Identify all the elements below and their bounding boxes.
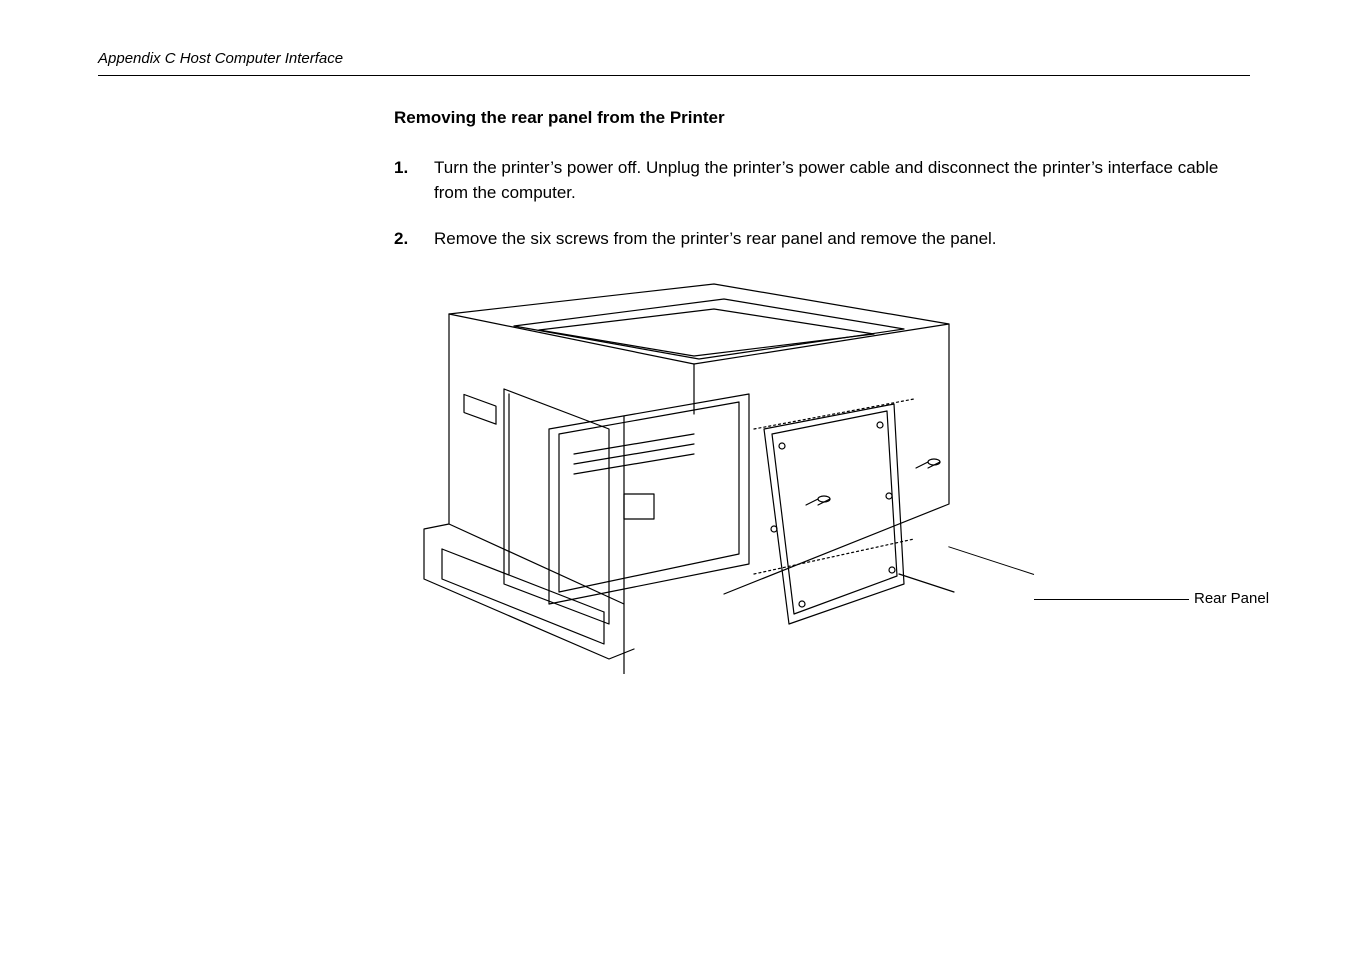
figure: Rear Panel [394,274,1250,659]
step-text: Remove the six screws from the printer’s… [434,227,1250,252]
step-number: 1. [394,156,434,205]
section-title: Removing the rear panel from the Printer [394,108,1250,128]
callout-rear-panel: Rear Panel [1194,590,1269,607]
callout-leader-line [1034,599,1189,600]
running-header: Appendix C Host Computer Interface [98,50,1250,76]
step-item-2: 2. Remove the six screws from the printe… [394,227,1250,252]
step-number: 2. [394,227,434,252]
step-list: 1. Turn the printer’s power off. Unplug … [394,156,1250,252]
step-text: Turn the printer’s power off. Unplug the… [434,156,1250,205]
main-content: Removing the rear panel from the Printer… [394,108,1250,659]
printer-diagram [394,274,1044,674]
step-item-1: 1. Turn the printer’s power off. Unplug … [394,156,1250,205]
